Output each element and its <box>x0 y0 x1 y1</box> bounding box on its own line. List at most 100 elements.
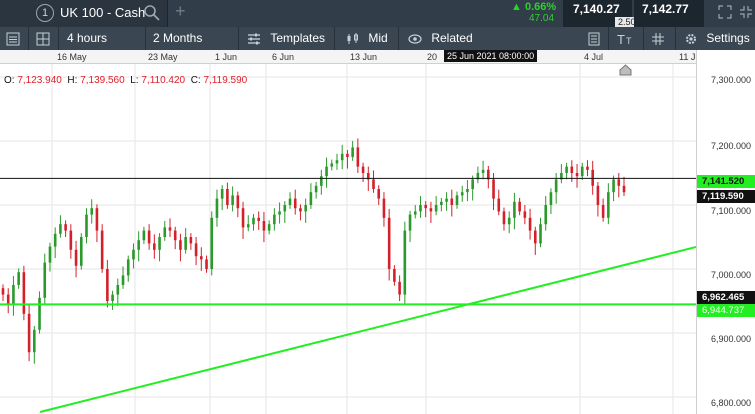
black-line-price-label: 6,962.465 <box>697 291 755 304</box>
price-tick: 7,100.000 <box>710 206 751 216</box>
candle-body <box>596 185 600 205</box>
toolbar-divider <box>58 27 59 50</box>
candle-body <box>200 256 203 260</box>
candle-body <box>126 259 130 276</box>
candle-body <box>43 262 47 298</box>
layout-grid-icon[interactable] <box>36 27 50 50</box>
candle-body <box>424 205 427 209</box>
candle-body <box>48 246 52 263</box>
candle-body <box>346 153 349 157</box>
candle-body <box>59 224 62 234</box>
candle-body <box>580 166 584 177</box>
candle-body <box>6 294 10 305</box>
text-size-icon[interactable]: TT <box>617 27 635 50</box>
candle-body <box>262 221 266 231</box>
price-type-selector[interactable]: Mid <box>346 27 388 50</box>
crosshair-price-label: 7,141.520 <box>697 175 755 188</box>
close-label: C: <box>190 75 201 86</box>
interval-selector[interactable]: 4 hours <box>67 27 107 50</box>
high-value: 7,139.560 <box>80 75 125 86</box>
open-label: O: <box>4 75 15 86</box>
price-tick: 7,300.000 <box>710 75 751 85</box>
templates-button[interactable]: Templates <box>247 27 325 50</box>
candle-body <box>64 224 67 231</box>
candle-body <box>387 217 391 269</box>
templates-label: Templates <box>270 31 326 45</box>
gear-icon <box>686 33 696 44</box>
toolbar-divider <box>334 27 335 50</box>
scroll-marker-icon[interactable] <box>619 64 632 76</box>
candle-body <box>434 205 438 212</box>
chart-toolbar: 4 hours 2 Months Templates Mid Related T… <box>0 27 755 50</box>
date-tick: 13 Jun <box>350 52 378 62</box>
candle-body <box>90 208 94 215</box>
candle-body <box>492 179 495 199</box>
candle-body <box>215 198 219 218</box>
date-tick: 20 <box>427 52 438 62</box>
candle-body <box>132 249 135 260</box>
candle-body <box>121 275 125 285</box>
candle-body <box>17 272 20 285</box>
ohlc-readout: O: 7,123.940 H: 7,139.560 L: 7,110.420 C… <box>4 75 247 86</box>
price-tick: 7,000.000 <box>710 270 751 280</box>
candle-body <box>601 205 605 218</box>
range-selector[interactable]: 2 Months <box>153 27 202 50</box>
toolbar-divider <box>643 27 644 50</box>
toolbar-divider <box>608 27 609 50</box>
candle-body <box>544 205 548 225</box>
candle-body <box>69 230 73 250</box>
date-tick: 23 May <box>148 52 178 62</box>
instrument-title: UK 100 - Cash <box>60 5 146 20</box>
candle-body <box>361 166 365 173</box>
candle-body <box>163 227 167 237</box>
open-value: 7,123.940 <box>17 75 62 86</box>
toolbar-divider <box>398 27 399 50</box>
collapse-icon[interactable] <box>739 5 753 19</box>
candle-body <box>304 205 307 212</box>
candle-body <box>481 169 485 173</box>
candle-body <box>184 237 187 250</box>
price-chart[interactable] <box>0 64 696 414</box>
svg-text:T: T <box>617 32 625 46</box>
settings-label: Settings <box>706 31 750 45</box>
candle-body <box>419 205 422 212</box>
candle-body <box>351 147 354 157</box>
candle-body <box>445 198 448 202</box>
candle-body <box>617 179 621 186</box>
candle-body <box>325 166 328 177</box>
price-type-label: Mid <box>368 31 388 45</box>
candle-body <box>153 243 156 250</box>
candle-body <box>377 189 381 199</box>
quote-panel: ▲ 0.66% 47.04 7,140.27 2.50 7,142.77 <box>484 0 755 27</box>
candle-body <box>586 166 589 170</box>
candle-body <box>79 237 83 266</box>
search-icon[interactable] <box>143 4 161 22</box>
candle-body <box>111 294 114 301</box>
candle-body <box>335 160 339 164</box>
buy-price-button[interactable]: 7,142.77 <box>634 0 704 27</box>
candle-body <box>429 208 433 212</box>
notes-icon[interactable] <box>588 27 600 50</box>
candle-body <box>53 233 57 247</box>
settings-button[interactable]: Settings <box>684 27 750 50</box>
candle-body <box>549 192 553 205</box>
candle-body <box>533 230 537 244</box>
candle-body <box>450 198 454 205</box>
instrument-tab[interactable]: 1 UK 100 - Cash <box>0 0 168 27</box>
grid-icon[interactable] <box>651 27 665 50</box>
menu-icon[interactable] <box>6 27 20 50</box>
candle-body <box>38 297 41 330</box>
candle-body <box>283 205 287 212</box>
expand-icon[interactable] <box>718 5 732 19</box>
add-tab-icon[interactable]: + <box>175 1 186 22</box>
candle-body <box>622 185 626 193</box>
crosshair-date-label: 25 Jun 2021 08:00:00 <box>444 50 538 62</box>
candle-body <box>466 189 469 193</box>
candle-body <box>273 214 276 225</box>
related-button[interactable]: Related <box>408 27 473 50</box>
candle-body <box>100 230 104 269</box>
green-line-price-label: 6,944.737 <box>697 304 755 317</box>
low-value: 7,110.420 <box>141 75 186 86</box>
tab-number-badge: 1 <box>36 4 54 22</box>
candle-body <box>278 211 281 215</box>
